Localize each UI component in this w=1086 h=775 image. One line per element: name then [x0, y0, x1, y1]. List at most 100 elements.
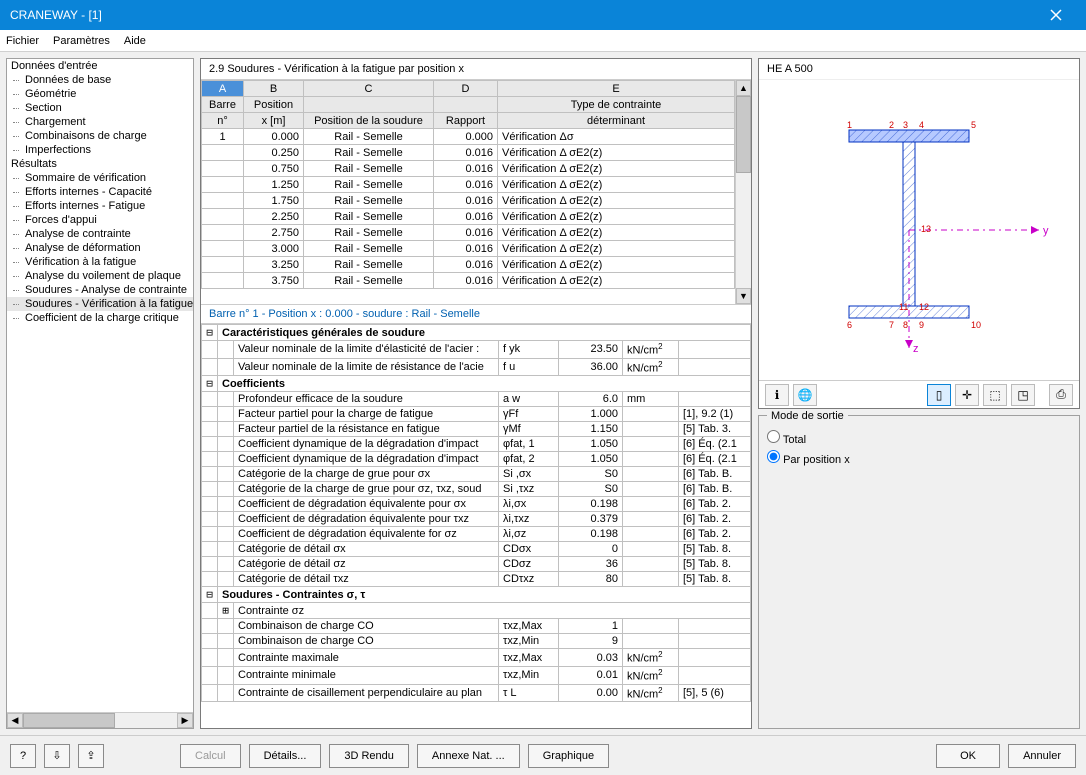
svg-text:12: 12 — [919, 302, 929, 312]
detail-row[interactable]: ⊞Contrainte σz — [202, 603, 751, 619]
scroll-left-icon[interactable]: ◀ — [7, 713, 23, 728]
print-icon[interactable]: ⎙ — [1049, 384, 1073, 406]
table-row[interactable]: 0.250Rail - Semelle0.016Vérification Δ σ… — [202, 145, 735, 161]
scroll-up-icon[interactable]: ▲ — [736, 80, 751, 96]
info-icon[interactable]: ℹ — [765, 384, 789, 406]
table-row[interactable]: 10.000Rail - Semelle0.000Vérification Δσ — [202, 129, 735, 145]
detail-row[interactable]: Profondeur efficace de la soudurea w6.0m… — [202, 392, 751, 407]
detail-row[interactable]: ⊟Coefficients — [202, 376, 751, 392]
detail-row[interactable]: Combinaison de charge COτxz,Max1 — [202, 619, 751, 634]
nav-item[interactable]: Analyse de contrainte — [7, 227, 193, 241]
nav-item[interactable]: Section — [7, 101, 193, 115]
table-row[interactable]: 1.750Rail - Semelle0.016Vérification Δ σ… — [202, 193, 735, 209]
section-diagram: y z 12 34 5 13 67 — [779, 80, 1059, 380]
detail-row[interactable]: Contrainte maximaleτxz,Max0.03kN/cm2 — [202, 649, 751, 667]
detail-row[interactable]: Facteur partiel pour la charge de fatigu… — [202, 407, 751, 422]
table-row[interactable]: 1.250Rail - Semelle0.016Vérification Δ σ… — [202, 177, 735, 193]
globe-icon[interactable]: 🌐 — [793, 384, 817, 406]
table-row[interactable]: 2.750Rail - Semelle0.016Vérification Δ σ… — [202, 225, 735, 241]
mode-par-position[interactable]: Par position x — [767, 448, 1071, 468]
nav-tree[interactable]: Données d'entrée Données de baseGéométri… — [6, 58, 194, 729]
nav-item[interactable]: Forces d'appui — [7, 213, 193, 227]
nav-item[interactable]: Efforts internes - Capacité — [7, 185, 193, 199]
mode-total[interactable]: Total — [767, 428, 1071, 448]
view-section-icon[interactable]: ▯ — [927, 384, 951, 406]
menu-fichier[interactable]: Fichier — [6, 35, 39, 47]
menubar: Fichier Paramètres Aide — [0, 30, 1086, 52]
nav-item[interactable]: Soudures - Vérification à la fatigue — [7, 297, 193, 311]
detail-row[interactable]: Valeur nominale de la limite de résistan… — [202, 358, 751, 376]
detail-row[interactable]: Coefficient de dégradation équivalente p… — [202, 512, 751, 527]
view-dims-icon[interactable]: ⬚ — [983, 384, 1007, 406]
detail-row[interactable]: Catégorie de détail σxCDσx0[5] Tab. 8. — [202, 542, 751, 557]
viewer-toolbar: ℹ 🌐 ▯ ✛ ⬚ ◳ ⎙ — [759, 380, 1079, 408]
nav-item[interactable]: Efforts internes - Fatigue — [7, 199, 193, 213]
nav-item[interactable]: Combinaisons de charge — [7, 129, 193, 143]
svg-text:9: 9 — [919, 320, 924, 330]
help-icon[interactable]: ? — [10, 744, 36, 768]
ok-button[interactable]: OK — [936, 744, 1000, 768]
svg-text:13: 13 — [921, 224, 931, 234]
section-viewer[interactable]: HE A 500 y — [758, 58, 1080, 409]
calcul-button[interactable]: Calcul — [180, 744, 241, 768]
scroll-thumb[interactable] — [23, 713, 115, 728]
nav-hscrollbar[interactable]: ◀ ▶ — [7, 712, 193, 728]
detail-row[interactable]: Facteur partiel de la résistance en fati… — [202, 422, 751, 437]
detail-row[interactable]: ⊟Soudures - Contraintes σ, τ — [202, 587, 751, 603]
table-vscrollbar[interactable]: ▲ ▼ — [735, 80, 751, 304]
svg-text:3: 3 — [903, 120, 908, 130]
nav-item[interactable]: Vérification à la fatigue — [7, 255, 193, 269]
nav-item[interactable]: Sommaire de vérification — [7, 171, 193, 185]
detail-row[interactable]: Contrainte minimaleτxz,Min0.01kN/cm2 — [202, 666, 751, 684]
detail-row[interactable]: Combinaison de charge COτxz,Min9 — [202, 634, 751, 649]
detail-row[interactable]: Catégorie de détail σzCDσz36[5] Tab. 8. — [202, 557, 751, 572]
close-button[interactable] — [1036, 0, 1076, 30]
nav-item[interactable]: Analyse de déformation — [7, 241, 193, 255]
table-row[interactable]: 2.250Rail - Semelle0.016Vérification Δ σ… — [202, 209, 735, 225]
annex-button[interactable]: Annexe Nat. ... — [417, 744, 520, 768]
table-row[interactable]: 0.750Rail - Semelle0.016Vérification Δ σ… — [202, 161, 735, 177]
nav-item[interactable]: Géométrie — [7, 87, 193, 101]
table-row[interactable]: 3.250Rail - Semelle0.016Vérification Δ σ… — [202, 257, 735, 273]
scroll-right-icon[interactable]: ▶ — [177, 713, 193, 728]
footer: ? ⇩ ⇪ Calcul Détails... 3D Rendu Annexe … — [0, 735, 1086, 775]
export-icon[interactable]: ⇩ — [44, 744, 70, 768]
nav-item[interactable]: Données de base — [7, 73, 193, 87]
svg-text:11: 11 — [899, 302, 908, 312]
menu-aide[interactable]: Aide — [124, 35, 146, 47]
nav-item[interactable]: Imperfections — [7, 143, 193, 157]
nav-item[interactable]: Chargement — [7, 115, 193, 129]
detail-row[interactable]: Contrainte de cisaillement perpendiculai… — [202, 684, 751, 702]
view-3d-icon[interactable]: ◳ — [1011, 384, 1035, 406]
detail-title: Barre n° 1 - Position x : 0.000 - soudur… — [201, 304, 751, 324]
nav-cat-input: Données d'entrée — [7, 59, 193, 73]
detail-row[interactable]: Valeur nominale de la limite d'élasticit… — [202, 341, 751, 359]
table-row[interactable]: 3.750Rail - Semelle0.016Vérification Δ σ… — [202, 273, 735, 289]
detail-row[interactable]: Coefficient de dégradation équivalente f… — [202, 527, 751, 542]
view-axes-icon[interactable]: ✛ — [955, 384, 979, 406]
export2-icon[interactable]: ⇪ — [78, 744, 104, 768]
detail-table[interactable]: ⊟Caractéristiques générales de soudureVa… — [201, 324, 751, 702]
detail-row[interactable]: ⊟Caractéristiques générales de soudure — [202, 325, 751, 341]
table-row[interactable]: 3.000Rail - Semelle0.016Vérification Δ σ… — [202, 241, 735, 257]
scroll-thumb[interactable] — [736, 96, 751, 173]
scroll-down-icon[interactable]: ▼ — [736, 288, 751, 304]
nav-item[interactable]: Coefficient de la charge critique — [7, 311, 193, 325]
detail-row[interactable]: Catégorie de la charge de grue pour σz, … — [202, 482, 751, 497]
detail-row[interactable]: Catégorie de détail τxzCDτxz80[5] Tab. 8… — [202, 572, 751, 587]
cancel-button[interactable]: Annuler — [1008, 744, 1076, 768]
graph-button[interactable]: Graphique — [528, 744, 609, 768]
results-table[interactable]: ABCDE BarrePositionType de contrainte n°… — [201, 80, 735, 289]
detail-row[interactable]: Catégorie de la charge de grue pour σxSi… — [202, 467, 751, 482]
detail-row[interactable]: Coefficient dynamique de la dégradation … — [202, 452, 751, 467]
menu-parametres[interactable]: Paramètres — [53, 35, 110, 47]
svg-text:1: 1 — [847, 120, 852, 130]
titlebar: CRANEWAY - [1] — [0, 0, 1086, 30]
detail-row[interactable]: Coefficient de dégradation équivalente p… — [202, 497, 751, 512]
details-button[interactable]: Détails... — [249, 744, 322, 768]
svg-text:6: 6 — [847, 320, 852, 330]
detail-row[interactable]: Coefficient dynamique de la dégradation … — [202, 437, 751, 452]
render-button[interactable]: 3D Rendu — [329, 744, 409, 768]
nav-item[interactable]: Analyse du voilement de plaque — [7, 269, 193, 283]
nav-item[interactable]: Soudures - Analyse de contrainte — [7, 283, 193, 297]
